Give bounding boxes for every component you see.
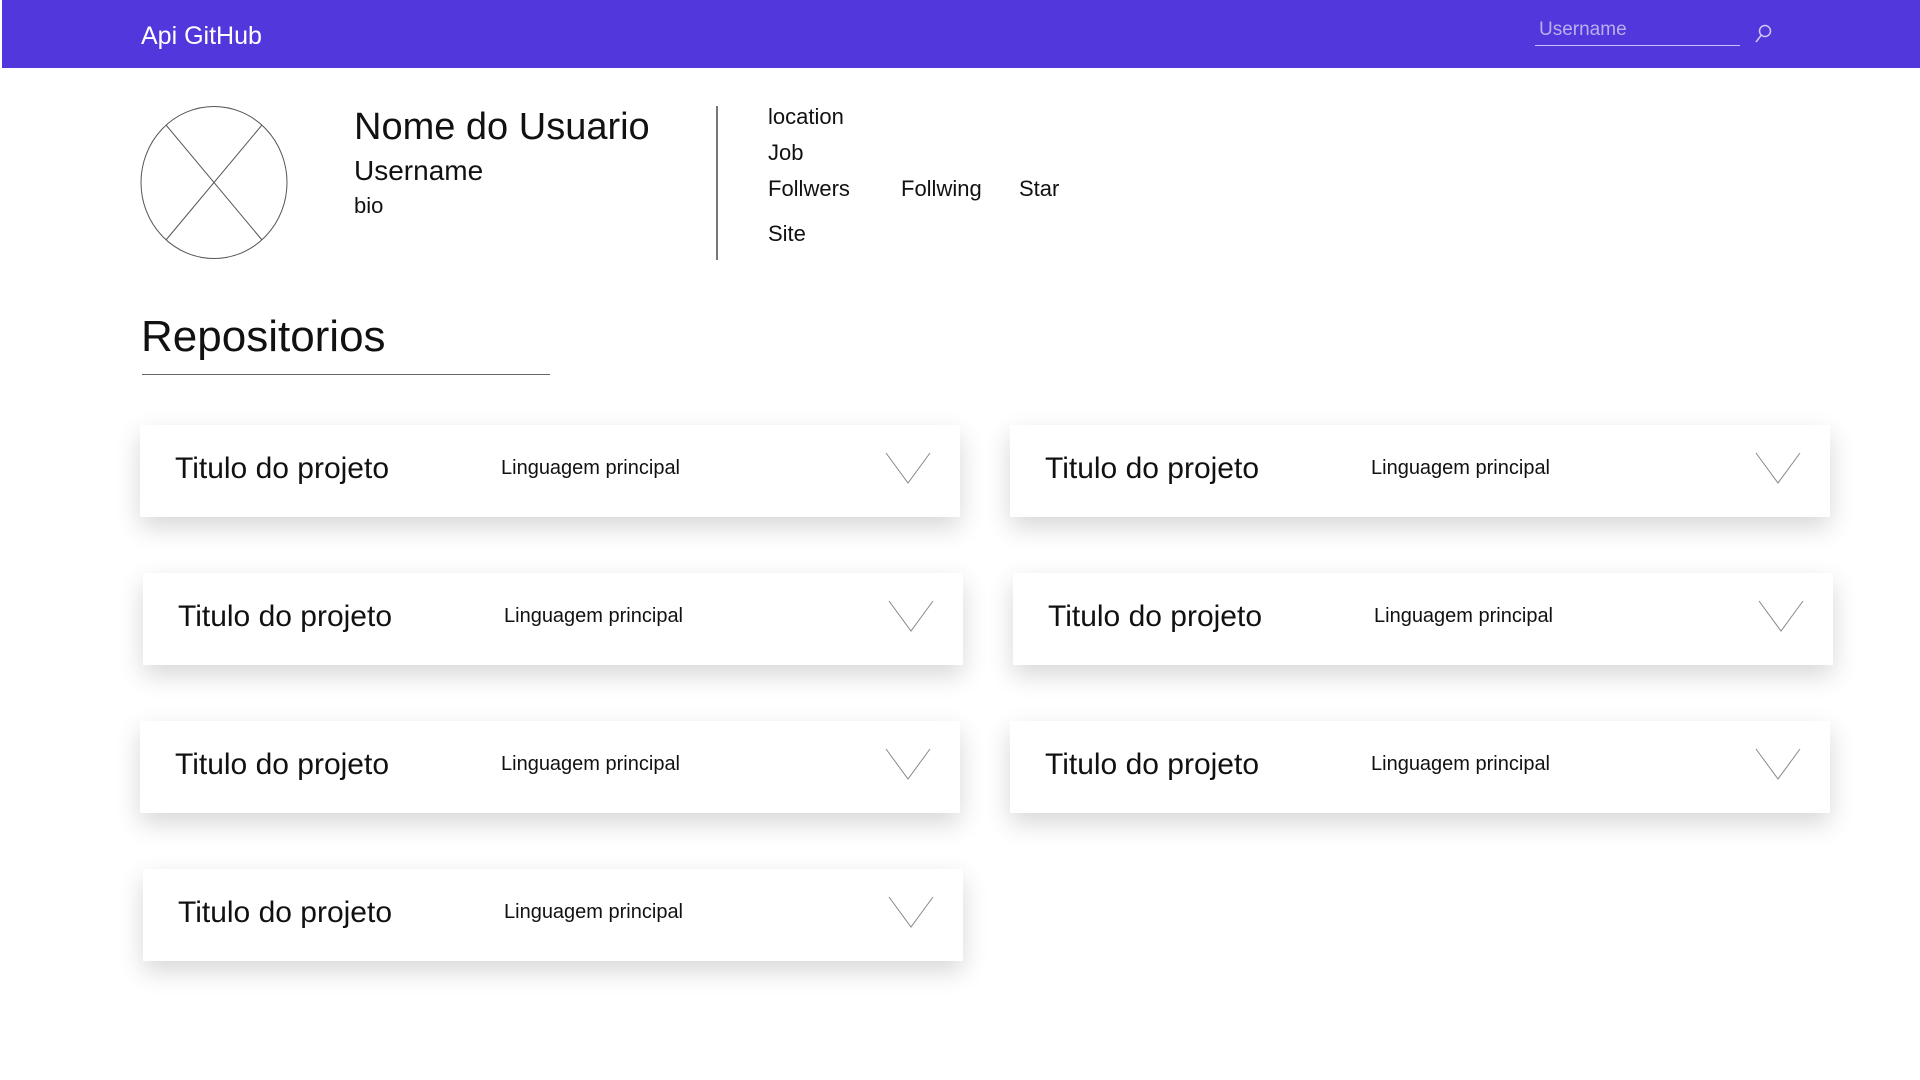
profile-location: location <box>768 104 844 129</box>
profile-bio: bio <box>354 193 384 218</box>
repo-language: Linguagem principal <box>1371 457 1551 479</box>
repo-title: Titulo do projeto <box>175 748 390 781</box>
profile-name: Nome do Usuario <box>354 106 650 148</box>
repo-card[interactable]: Titulo do projeto Linguagem principal <box>1010 425 1830 517</box>
image-placeholder-icon <box>140 106 288 259</box>
chevron-down-icon[interactable] <box>1758 599 1804 633</box>
profile-following[interactable]: Follwing <box>901 175 982 203</box>
profile-job: Job <box>768 140 804 165</box>
repo-card[interactable]: Titulo do projeto Linguagem principal <box>1013 573 1833 665</box>
profile-site[interactable]: Site <box>768 220 806 248</box>
repo-card[interactable]: Titulo do projeto Linguagem principal <box>140 425 960 517</box>
search-input[interactable] <box>1535 17 1740 43</box>
repo-title: Titulo do projeto <box>178 600 393 633</box>
profile-stars[interactable]: Star <box>1019 175 1059 203</box>
repo-card[interactable]: Titulo do projeto Linguagem principal <box>140 721 960 813</box>
repo-language: Linguagem principal <box>1374 605 1554 627</box>
repo-title: Titulo do projeto <box>178 896 393 929</box>
profile-divider <box>716 106 718 260</box>
heading-underline <box>142 374 550 375</box>
repo-language: Linguagem principal <box>501 753 681 775</box>
repositories-heading: Repositorios <box>141 312 386 361</box>
repo-language: Linguagem principal <box>504 901 684 923</box>
chevron-down-icon[interactable] <box>888 895 934 929</box>
repo-card[interactable]: Titulo do projeto Linguagem principal <box>143 573 963 665</box>
search-icon[interactable] <box>1754 23 1774 45</box>
repo-title: Titulo do projeto <box>1045 748 1260 781</box>
app-title: Api GitHub <box>141 22 262 50</box>
repo-language: Linguagem principal <box>1371 753 1551 775</box>
chevron-down-icon[interactable] <box>1755 451 1801 485</box>
chevron-down-icon[interactable] <box>885 747 931 781</box>
chevron-down-icon[interactable] <box>888 599 934 633</box>
chevron-down-icon[interactable] <box>1755 747 1801 781</box>
repo-language: Linguagem principal <box>504 605 684 627</box>
repo-card[interactable]: Titulo do projeto Linguagem principal <box>143 869 963 961</box>
repo-language: Linguagem principal <box>501 457 681 479</box>
avatar <box>140 105 288 260</box>
repo-card[interactable]: Titulo do projeto Linguagem principal <box>1010 721 1830 813</box>
repo-title: Titulo do projeto <box>175 452 390 485</box>
repo-title: Titulo do projeto <box>1045 452 1260 485</box>
profile-followers[interactable]: Follwers <box>768 175 850 203</box>
chevron-down-icon[interactable] <box>885 451 931 485</box>
search-field[interactable] <box>1535 17 1740 46</box>
profile-username: Username <box>354 155 484 186</box>
repo-title: Titulo do projeto <box>1048 600 1263 633</box>
